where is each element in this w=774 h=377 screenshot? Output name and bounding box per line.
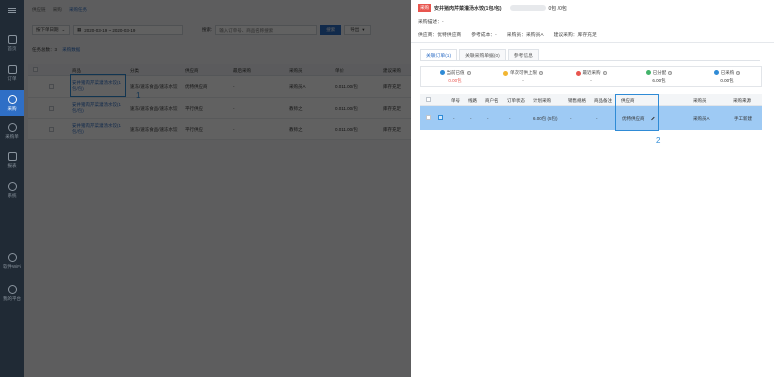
col-header: 订单状态 <box>507 98 525 103</box>
left-nav: 首页 订单 采购 采购单 报表 系统 软件WiFi 我的平台 <box>0 0 24 377</box>
annotation-number-2: 2 <box>656 136 661 145</box>
stats-bar: 当前已值? 0.00包 单次可供上限? - 最近采购? - 已分配? 6.00包… <box>420 66 762 87</box>
stat-value: 0.00包 <box>448 77 462 83</box>
source-cell: 手工新建 <box>734 116 752 121</box>
alert-icon <box>575 70 581 76</box>
info-icon <box>713 70 719 75</box>
info-cost: 参考成本：- <box>471 33 497 38</box>
select-all-checkbox[interactable] <box>426 97 431 102</box>
col-header: 商户名 <box>485 98 499 103</box>
info-icon <box>439 70 445 75</box>
wifi-icon <box>7 252 17 262</box>
col-header: 采购员 <box>693 98 707 103</box>
purchase-icon <box>7 94 17 104</box>
info-suggest: 建议采购：库存充足 <box>553 33 597 38</box>
stat-item: 已采购? 0.00包 <box>693 67 761 86</box>
stat-item: 当前已值? 0.00包 <box>421 67 489 86</box>
nav-item-orders[interactable]: 订单 <box>0 60 24 86</box>
col-header: 计划采购 <box>533 98 551 103</box>
drawer-title: 安井猪肉芹菜灌汤水饺(1包/包) <box>434 5 502 12</box>
order-no-cell: - <box>453 116 455 121</box>
col-header: 商品备注 <box>594 98 612 103</box>
col-header: 采购来源 <box>733 98 751 103</box>
nav-item-wifi[interactable]: 软件WiFi <box>0 248 24 274</box>
nav-item-purchase[interactable]: 采购 <box>0 90 24 116</box>
col-header: 销售规格 <box>568 98 586 103</box>
merchant-cell: - <box>487 116 489 121</box>
nav-item-home[interactable]: 首页 <box>0 30 24 56</box>
status-cell: - <box>509 116 511 121</box>
stat-value: 0.00包 <box>720 77 734 83</box>
stat-value: - <box>522 78 524 83</box>
stat-value: 6.00包 <box>652 77 666 83</box>
tab-underline <box>420 60 760 61</box>
divider <box>411 42 774 43</box>
purchase-description: 采购描述：- <box>418 20 444 25</box>
menu-toggle[interactable] <box>0 0 24 20</box>
help-icon[interactable]: ? <box>539 71 543 75</box>
stat-item: 单次可供上限? - <box>489 67 557 86</box>
route-cell: - <box>470 116 472 121</box>
nav-item-purchase-orders[interactable]: 采购单 <box>0 118 24 144</box>
table-row[interactable]: - - - - 6.00包 (5包) - - 优特供应商 采购员A 手工新建 <box>420 106 762 130</box>
info-row: 供应商：优特供应商 参考成本：- 采购员：采购员A 建议采购：库存充足 <box>418 31 597 38</box>
warning-icon <box>503 70 508 76</box>
row-checkbox-checked[interactable] <box>438 115 443 120</box>
note-cell: - <box>596 116 598 121</box>
annotation-box-2 <box>615 94 659 131</box>
nav-item-reports[interactable]: 报表 <box>0 147 24 173</box>
hamburger-icon <box>8 7 16 9</box>
info-supplier: 供应商：优特供应商 <box>418 33 462 38</box>
drawer-header: 采购 安井猪肉芹菜灌汤水饺(1包/包) 0包 /0包 <box>418 4 567 12</box>
status-badge: 采购 <box>418 4 431 12</box>
help-icon[interactable]: ? <box>602 71 607 75</box>
buyer-cell: 采购员A <box>693 116 710 121</box>
home-icon <box>7 34 17 44</box>
help-icon[interactable]: ? <box>466 70 471 75</box>
progress-text: 0包 /0包 <box>548 5 567 12</box>
col-header: 单号 <box>451 98 460 103</box>
nav-item-platform[interactable]: 我的平台 <box>0 280 24 306</box>
info-buyer: 采购员：采购员A <box>506 33 544 38</box>
related-orders-table: 单号 线路 商户名 订单状态 计划采购 销售规格 商品备注 供应商 采购员 采购… <box>420 94 762 130</box>
cart-icon <box>7 122 17 132</box>
plan-cell: 6.00包 (5包) <box>533 116 558 121</box>
table-header: 单号 线路 商户名 订单状态 计划采购 销售规格 商品备注 供应商 采购员 采购… <box>420 94 762 106</box>
stat-value: - <box>590 78 592 83</box>
spec-cell: - <box>570 116 572 121</box>
order-icon <box>7 64 17 74</box>
platform-icon <box>7 284 17 294</box>
nav-item-system[interactable]: 系统 <box>0 177 24 203</box>
modal-overlay[interactable] <box>24 0 411 377</box>
stat-item: 最近采购? - <box>557 67 625 86</box>
stat-item: 已分配? 6.00包 <box>625 67 693 86</box>
check-icon <box>645 70 651 75</box>
help-icon[interactable]: ? <box>668 70 673 75</box>
gear-icon <box>7 181 17 191</box>
row-checkbox[interactable] <box>426 115 431 120</box>
purchase-progress-bar <box>509 5 546 11</box>
chart-icon <box>7 151 17 161</box>
help-icon[interactable]: ? <box>736 70 741 75</box>
col-header: 线路 <box>468 98 477 103</box>
